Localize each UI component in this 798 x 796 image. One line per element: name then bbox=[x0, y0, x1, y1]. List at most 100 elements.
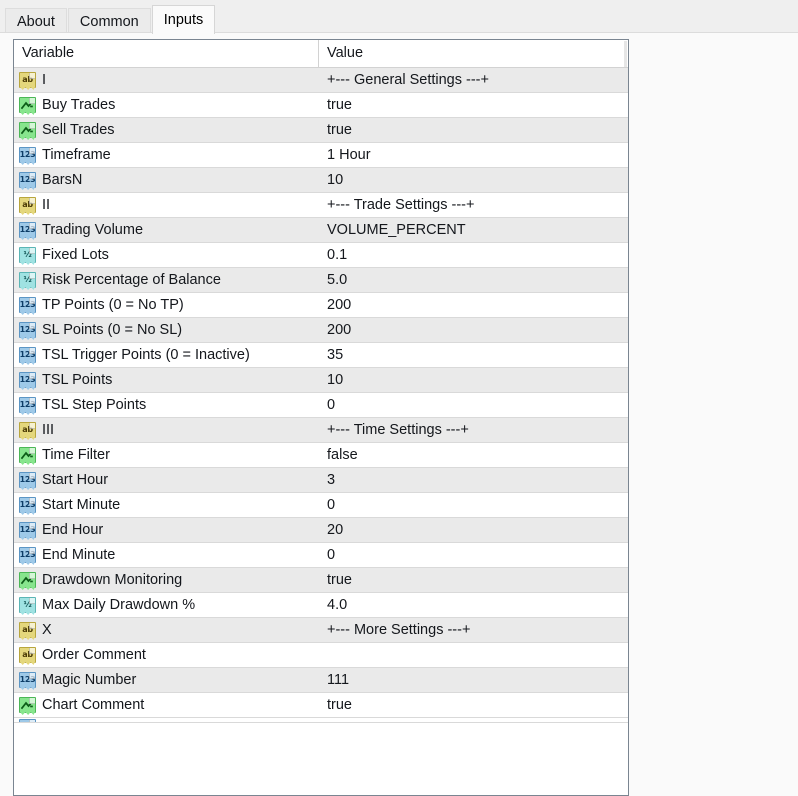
cell-value[interactable]: 3 bbox=[319, 468, 628, 492]
cell-variable[interactable]: 123 End Hour bbox=[14, 518, 319, 542]
cell-value[interactable]: +--- General Settings ---+ bbox=[319, 68, 628, 92]
table-row[interactable]: Buy Trades true bbox=[14, 93, 628, 118]
icon-fold-corner bbox=[29, 698, 35, 704]
table-row[interactable]: 123 SL Points (0 = No SL) 200 bbox=[14, 318, 628, 343]
icon-fold-corner bbox=[29, 720, 35, 722]
table-row[interactable]: 123 End Hour 20 bbox=[14, 518, 628, 543]
table-row[interactable]: 123 End Minute 0 bbox=[14, 543, 628, 568]
table-row[interactable]: 123 Start Minute 0 bbox=[14, 493, 628, 518]
table-row[interactable]: 123 BarsN 10 bbox=[14, 168, 628, 193]
cell-variable[interactable]: 123 SL Points (0 = No SL) bbox=[14, 318, 319, 342]
int-input-icon: 123 bbox=[19, 347, 36, 363]
cell-variable[interactable]: 123 TP Points (0 = No TP) bbox=[14, 293, 319, 317]
cell-variable[interactable]: 123 bbox=[14, 718, 319, 722]
table-row[interactable]: 123 TSL Trigger Points (0 = Inactive) 35 bbox=[14, 343, 628, 368]
cell-value[interactable]: +--- More Settings ---+ bbox=[319, 618, 628, 642]
icon-fold-corner bbox=[29, 148, 35, 154]
int-input-icon: 123 bbox=[19, 297, 36, 313]
table-row[interactable]: 123 TSL Points 10 bbox=[14, 368, 628, 393]
table-row[interactable]: ab X +--- More Settings ---+ bbox=[14, 618, 628, 643]
cell-variable[interactable]: ab II bbox=[14, 193, 319, 217]
tab-inputs[interactable]: Inputs bbox=[151, 5, 216, 34]
cell-variable[interactable]: 123 Start Hour bbox=[14, 468, 319, 492]
table-row[interactable]: ab III +--- Time Settings ---+ bbox=[14, 418, 628, 443]
cell-variable[interactable]: 123 TSL Step Points bbox=[14, 393, 319, 417]
cell-value[interactable]: 0.1 bbox=[319, 243, 628, 267]
cell-variable[interactable]: Buy Trades bbox=[14, 93, 319, 117]
cell-value[interactable]: 200 bbox=[319, 318, 628, 342]
tab-about[interactable]: About bbox=[5, 8, 67, 34]
cell-variable[interactable]: ab III bbox=[14, 418, 319, 442]
table-row-partial[interactable]: 123 bbox=[14, 718, 628, 723]
table-row[interactable]: 123 Magic Number 111 bbox=[14, 668, 628, 693]
cell-variable[interactable]: ½ Risk Percentage of Balance bbox=[14, 268, 319, 292]
table-row[interactable]: ½ Max Daily Drawdown % 4.0 bbox=[14, 593, 628, 618]
cell-value[interactable]: VOLUME_PERCENT bbox=[319, 218, 628, 242]
table-row[interactable]: 123 TP Points (0 = No TP) 200 bbox=[14, 293, 628, 318]
table-row[interactable]: 123 Start Hour 3 bbox=[14, 468, 628, 493]
cell-variable[interactable]: ab X bbox=[14, 618, 319, 642]
cell-value[interactable]: 10 bbox=[319, 168, 628, 192]
table-row[interactable]: ½ Risk Percentage of Balance 5.0 bbox=[14, 268, 628, 293]
cell-variable[interactable]: Time Filter bbox=[14, 443, 319, 467]
cell-value[interactable]: 0 bbox=[319, 543, 628, 567]
cell-value[interactable]: 111 bbox=[319, 668, 628, 692]
table-row[interactable]: Chart Comment true bbox=[14, 693, 628, 718]
cell-variable[interactable]: 123 End Minute bbox=[14, 543, 319, 567]
cell-value[interactable]: 10 bbox=[319, 368, 628, 392]
cell-variable[interactable]: 123 BarsN bbox=[14, 168, 319, 192]
variable-label: Time Filter bbox=[42, 447, 110, 463]
tab-common[interactable]: Common bbox=[67, 8, 151, 34]
cell-value[interactable]: false bbox=[319, 443, 628, 467]
cell-value[interactable]: 0 bbox=[319, 493, 628, 517]
variable-label: Max Daily Drawdown % bbox=[42, 597, 196, 613]
table-row[interactable]: ½ Fixed Lots 0.1 bbox=[14, 243, 628, 268]
variable-label: TSL Trigger Points (0 = Inactive) bbox=[42, 347, 250, 363]
cell-variable[interactable]: ab Order Comment bbox=[14, 643, 319, 667]
cell-variable[interactable]: 123 Magic Number bbox=[14, 668, 319, 692]
cell-variable[interactable]: ½ Fixed Lots bbox=[14, 243, 319, 267]
cell-value[interactable] bbox=[319, 718, 628, 722]
cell-value[interactable]: true bbox=[319, 693, 628, 717]
cell-variable[interactable]: 123 TSL Points bbox=[14, 368, 319, 392]
table-row[interactable]: ab Order Comment bbox=[14, 643, 628, 668]
inputs-parameter-table[interactable]: Variable Value ab I +--- General Settings … bbox=[13, 39, 629, 796]
cell-variable[interactable]: Chart Comment bbox=[14, 693, 319, 717]
column-header-variable[interactable]: Variable bbox=[14, 40, 319, 67]
cell-value[interactable]: 1 Hour bbox=[319, 143, 628, 167]
column-header-value[interactable]: Value bbox=[319, 40, 628, 67]
table-row[interactable]: Time Filter false bbox=[14, 443, 628, 468]
cell-variable[interactable]: 123 Trading Volume bbox=[14, 218, 319, 242]
cell-value[interactable]: 200 bbox=[319, 293, 628, 317]
table-row[interactable]: 123 Timeframe 1 Hour bbox=[14, 143, 628, 168]
cell-value[interactable]: +--- Trade Settings ---+ bbox=[319, 193, 628, 217]
cell-variable[interactable]: 123 TSL Trigger Points (0 = Inactive) bbox=[14, 343, 319, 367]
table-row[interactable]: ab II +--- Trade Settings ---+ bbox=[14, 193, 628, 218]
cell-value[interactable]: true bbox=[319, 118, 628, 142]
cell-value[interactable]: true bbox=[319, 93, 628, 117]
cell-value[interactable]: 35 bbox=[319, 343, 628, 367]
cell-variable[interactable]: 123 Timeframe bbox=[14, 143, 319, 167]
cell-value[interactable]: true bbox=[319, 568, 628, 592]
cell-variable[interactable]: 123 Start Minute bbox=[14, 493, 319, 517]
table-row[interactable]: 123 TSL Step Points 0 bbox=[14, 393, 628, 418]
cell-variable[interactable]: Sell Trades bbox=[14, 118, 319, 142]
table-row[interactable]: 123 Trading Volume VOLUME_PERCENT bbox=[14, 218, 628, 243]
variable-label: SL Points (0 = No SL) bbox=[42, 322, 183, 338]
icon-fold-corner bbox=[29, 173, 35, 179]
table-row[interactable]: ab I +--- General Settings ---+ bbox=[14, 68, 628, 93]
int-input-icon: 123 bbox=[19, 397, 36, 413]
cell-value[interactable]: 20 bbox=[319, 518, 628, 542]
table-row[interactable]: Sell Trades true bbox=[14, 118, 628, 143]
vertical-scrollbar[interactable] bbox=[624, 41, 627, 67]
cell-value[interactable]: 5.0 bbox=[319, 268, 628, 292]
cell-value[interactable]: +--- Time Settings ---+ bbox=[319, 418, 628, 442]
cell-value[interactable]: 0 bbox=[319, 393, 628, 417]
cell-variable[interactable]: Drawdown Monitoring bbox=[14, 568, 319, 592]
cell-value[interactable] bbox=[319, 643, 628, 667]
icon-fold-corner bbox=[29, 573, 35, 579]
table-row[interactable]: Drawdown Monitoring true bbox=[14, 568, 628, 593]
cell-variable[interactable]: ab I bbox=[14, 68, 319, 92]
cell-value[interactable]: 4.0 bbox=[319, 593, 628, 617]
cell-variable[interactable]: ½ Max Daily Drawdown % bbox=[14, 593, 319, 617]
